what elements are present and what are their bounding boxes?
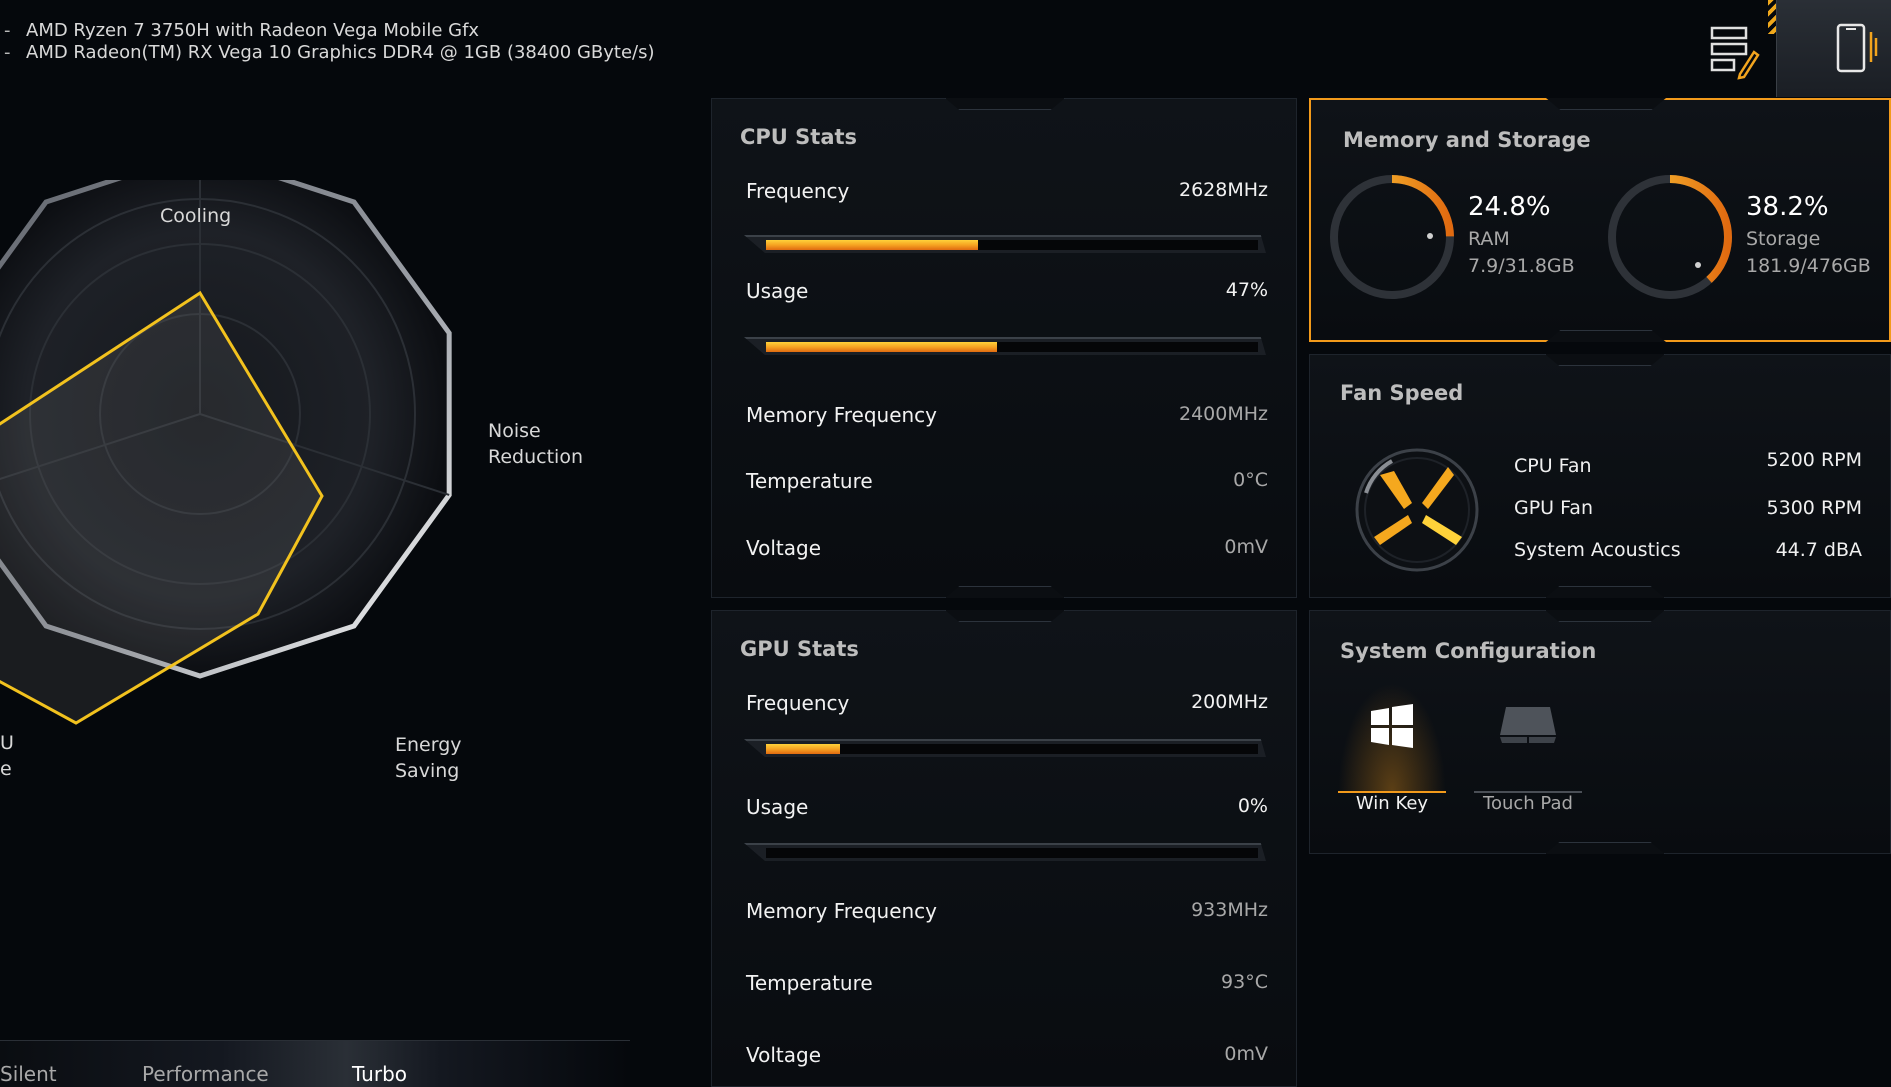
cpu-usage-value: 47% bbox=[1225, 279, 1268, 301]
radar-label-energy-line2: Saving bbox=[395, 760, 460, 782]
fan-x-icon bbox=[1355, 448, 1479, 572]
cpu-voltage-value: 0mV bbox=[1224, 536, 1268, 558]
radar-label-cut: U e bbox=[0, 730, 14, 782]
cpu-frequency-value: 2628MHz bbox=[1178, 179, 1268, 201]
system-acoustics-value: 44.7 dBA bbox=[1775, 539, 1862, 561]
mode-selector-bar bbox=[0, 1040, 630, 1087]
mode-performance-tab[interactable]: Performance bbox=[142, 1062, 269, 1086]
gpu-stats-title: GPU Stats bbox=[740, 637, 859, 661]
gpu-memory-frequency-label: Memory Frequency bbox=[746, 899, 938, 923]
gpu-fan-value: 5300 RPM bbox=[1766, 497, 1862, 519]
profile-edit-icon[interactable] bbox=[1710, 24, 1760, 80]
system-configuration-title: System Configuration bbox=[1340, 639, 1597, 663]
performance-radar-chart bbox=[0, 180, 452, 725]
ram-label: RAM bbox=[1468, 228, 1510, 250]
gpu-usage-value: 0% bbox=[1237, 795, 1268, 817]
gpu-frequency-value: 200MHz bbox=[1191, 691, 1268, 713]
panel-notch bbox=[945, 610, 1065, 622]
radar-label-noise-line1: Noise bbox=[488, 420, 541, 442]
panel-notch bbox=[945, 586, 1065, 598]
radar-label-noise-line2: Reduction bbox=[488, 446, 583, 468]
cpu-memory-frequency-value: 2400MHz bbox=[1178, 403, 1268, 425]
ram-amount: 7.9/31.8GB bbox=[1468, 255, 1575, 277]
panel-notch bbox=[1546, 330, 1666, 342]
mode-silent-tab[interactable]: Silent bbox=[0, 1062, 57, 1086]
gpu-usage-label: Usage bbox=[746, 795, 809, 819]
cpu-stats-title: CPU Stats bbox=[740, 125, 858, 149]
gpu-memory-frequency-value: 933MHz bbox=[1191, 899, 1268, 921]
windows-icon bbox=[1371, 704, 1413, 748]
storage-percent: 38.2% bbox=[1746, 192, 1829, 222]
cpu-temperature-label: Temperature bbox=[746, 469, 873, 493]
system-configuration-panel: System Configuration Win Key Touch Pad bbox=[1309, 610, 1891, 854]
cpu-usage-bar bbox=[744, 337, 1266, 355]
ram-percent: 24.8% bbox=[1468, 192, 1551, 222]
gpu-temperature-label: Temperature bbox=[746, 971, 873, 995]
panel-notch bbox=[1546, 98, 1666, 110]
cpu-temperature-value: 0°C bbox=[1233, 469, 1268, 491]
win-key-toggle[interactable] bbox=[1338, 683, 1446, 793]
panel-notch bbox=[1545, 354, 1665, 366]
panel-notch bbox=[1545, 610, 1665, 622]
gpu-stats-panel: GPU Stats Frequency 200MHz Usage 0% Memo… bbox=[711, 610, 1297, 1087]
radar-label-energy-line1: Energy bbox=[395, 734, 462, 756]
ram-usage-ring bbox=[1330, 175, 1454, 299]
system-info: AMD Ryzen 7 3750H with Radeon Vega Mobil… bbox=[0, 20, 655, 64]
gpu-usage-bar bbox=[744, 843, 1266, 861]
gpu-voltage-value: 0mV bbox=[1224, 1043, 1268, 1065]
panel-notch bbox=[1545, 842, 1665, 854]
fan-speed-panel: Fan Speed CPU Fan 5200 RPM GPU Fan 5300 … bbox=[1309, 354, 1891, 598]
cpu-fan-value: 5200 RPM bbox=[1766, 449, 1862, 471]
mode-turbo-tab[interactable]: Turbo bbox=[352, 1062, 407, 1086]
panel-notch bbox=[945, 98, 1065, 110]
cpu-model-text: AMD Ryzen 7 3750H with Radeon Vega Mobil… bbox=[0, 20, 655, 42]
win-key-label: Win Key bbox=[1355, 793, 1429, 814]
storage-usage-ring bbox=[1608, 175, 1732, 299]
radar-label-cut-line1: U bbox=[0, 732, 14, 754]
gpu-frequency-bar bbox=[744, 739, 1266, 757]
gpu-model-text: AMD Radeon(TM) RX Vega 10 Graphics DDR4 … bbox=[0, 42, 655, 64]
panel-notch bbox=[1545, 586, 1665, 598]
fan-speed-title: Fan Speed bbox=[1340, 381, 1464, 405]
memory-storage-title: Memory and Storage bbox=[1343, 128, 1591, 152]
memory-storage-panel[interactable]: Memory and Storage 24.8% RAM 7.9/31.8GB … bbox=[1309, 98, 1891, 342]
cpu-frequency-bar bbox=[744, 235, 1266, 253]
system-acoustics-label: System Acoustics bbox=[1514, 539, 1681, 561]
phone-device-icon[interactable] bbox=[1830, 22, 1880, 78]
gpu-voltage-label: Voltage bbox=[746, 1043, 822, 1067]
gpu-frequency-label: Frequency bbox=[746, 691, 850, 715]
ram-text: RAM 7.9/31.8GB bbox=[1468, 226, 1575, 280]
radar-label-noise-reduction: Noise Reduction bbox=[488, 418, 583, 470]
storage-label: Storage bbox=[1746, 228, 1821, 250]
touchpad-icon bbox=[1500, 707, 1556, 743]
radar-label-cut-line2: e bbox=[0, 758, 12, 780]
cpu-stats-panel: CPU Stats Frequency 2628MHz Usage 47% Me… bbox=[711, 98, 1297, 598]
storage-amount: 181.9/476GB bbox=[1746, 255, 1871, 277]
gpu-fan-label: GPU Fan bbox=[1514, 497, 1593, 519]
cpu-voltage-label: Voltage bbox=[746, 536, 822, 560]
radar-label-cooling: Cooling bbox=[160, 205, 232, 227]
storage-text: Storage 181.9/476GB bbox=[1746, 226, 1871, 280]
cpu-fan-label: CPU Fan bbox=[1514, 455, 1592, 477]
gpu-temperature-value: 93°C bbox=[1221, 971, 1268, 993]
cpu-usage-label: Usage bbox=[746, 279, 809, 303]
cpu-memory-frequency-label: Memory Frequency bbox=[746, 403, 938, 427]
touch-pad-toggle[interactable] bbox=[1474, 683, 1582, 793]
radar-label-energy-saving: Energy Saving bbox=[395, 732, 462, 784]
cpu-frequency-label: Frequency bbox=[746, 179, 850, 203]
touch-pad-label: Touch Pad bbox=[1483, 793, 1573, 814]
